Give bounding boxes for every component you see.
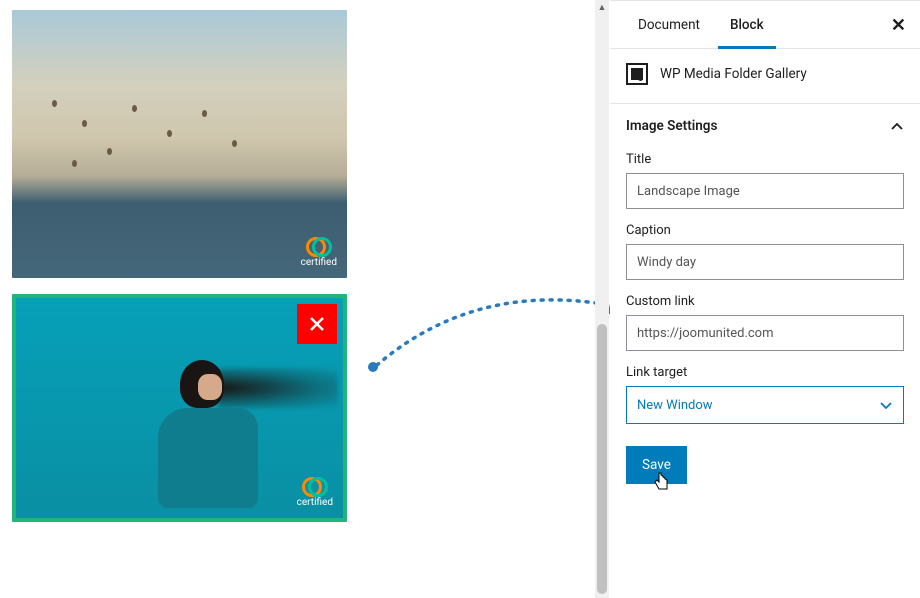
settings-sidebar: Document Block ✕ WP Media Folder Gallery… [610, 0, 920, 598]
watermark-logo: certified [301, 237, 337, 268]
custom-link-input[interactable] [626, 315, 904, 351]
save-button-label: Save [642, 457, 671, 473]
chevron-down-icon [879, 398, 893, 412]
editor-scrollbar-thumb[interactable] [597, 324, 607, 594]
remove-image-button[interactable] [297, 304, 337, 344]
block-type-name: WP Media Folder Gallery [660, 66, 807, 82]
watermark-logo: certified [297, 477, 333, 508]
link-target-selected-value: New Window [637, 398, 713, 413]
editor-canvas: certified certified [0, 0, 595, 598]
chevron-up-icon [890, 119, 904, 133]
title-input[interactable] [626, 173, 904, 209]
sidebar-tabs: Document Block ✕ [610, 1, 920, 49]
cursor-pointer-icon [654, 472, 670, 494]
close-sidebar-button[interactable]: ✕ [891, 15, 906, 36]
image-settings-fields: Title Caption Custom link Link target Ne… [610, 142, 920, 500]
image-settings-section-toggle[interactable]: Image Settings [610, 104, 920, 142]
caption-label: Caption [626, 223, 904, 238]
block-type-row: WP Media Folder Gallery [610, 49, 920, 104]
link-target-select[interactable]: New Window [626, 386, 904, 424]
gallery-image-1[interactable]: certified [12, 10, 347, 278]
link-target-label: Link target [626, 365, 904, 380]
tab-document[interactable]: Document [626, 1, 712, 49]
image-subject [140, 360, 270, 510]
save-button[interactable]: Save [626, 446, 687, 484]
scroll-up-arrow[interactable]: ▲ [597, 2, 607, 12]
caption-input[interactable] [626, 244, 904, 280]
close-icon [309, 316, 325, 332]
gallery-image-2-selected[interactable]: certified [12, 294, 347, 522]
custom-link-label: Custom link [626, 294, 904, 309]
section-title: Image Settings [626, 118, 717, 134]
title-label: Title [626, 152, 904, 167]
tab-block[interactable]: Block [718, 1, 776, 49]
gallery-block-icon [626, 63, 648, 85]
